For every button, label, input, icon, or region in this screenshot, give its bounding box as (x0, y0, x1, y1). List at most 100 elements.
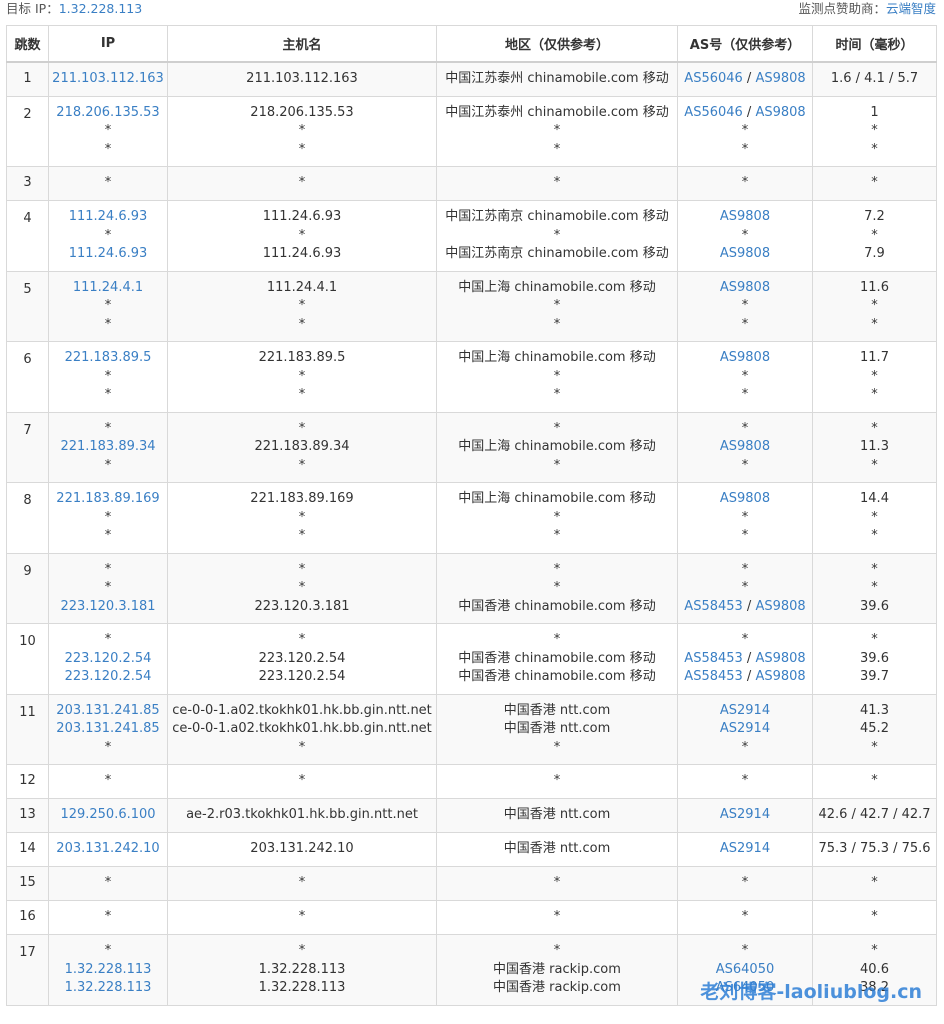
table-body: 1 211.103.112.163 211.103.112.163 中国江苏泰州 ch… (6, 61, 937, 1006)
hostname-cell: 211.103.112.163 (167, 61, 437, 97)
as-link[interactable]: AS9808 (720, 350, 770, 365)
as-line: AS9808 (680, 438, 810, 457)
ip-line: * (104, 387, 112, 402)
as-line: AS9808 (680, 208, 810, 227)
ip-link[interactable]: 203.131.241.85 (56, 703, 159, 718)
ip-line: 111.24.4.1 (51, 279, 165, 298)
as-placeholder: * (741, 580, 749, 595)
ip-cell: 221.183.89.169 * * (48, 482, 168, 554)
ip-link[interactable]: 203.131.241.85 (56, 721, 159, 736)
as-link[interactable]: AS58453 (684, 651, 743, 666)
as-placeholder: * (741, 632, 749, 647)
hostname-line: * (298, 943, 306, 958)
time-line: * (871, 227, 878, 243)
ip-line: 221.183.89.34 (51, 438, 165, 457)
hostname-line: 221.183.89.169 (250, 491, 354, 506)
as-link[interactable]: AS58453 (684, 599, 743, 614)
hop-number: 10 (6, 623, 49, 695)
ip-link[interactable]: 111.24.4.1 (73, 280, 143, 295)
hostname-line: * (298, 909, 306, 925)
as-link[interactable]: AS9808 (755, 71, 805, 86)
region-line: * (553, 580, 561, 595)
region-line: * (553, 316, 561, 332)
as-link[interactable]: AS9808 (755, 599, 805, 614)
region-line: 中国香港 rackip.com (493, 980, 621, 995)
as-placeholder: * (741, 420, 749, 436)
ip-link[interactable]: 211.103.112.163 (52, 71, 164, 86)
ip-link[interactable]: 129.250.6.100 (60, 807, 155, 822)
as-cell: AS9808 * * (677, 270, 813, 342)
as-placeholder: * (741, 773, 749, 789)
region-cell: 中国上海 chinamobile.com 移动 * * (436, 482, 678, 554)
hostname-line: * (298, 561, 306, 577)
hostname-line: * (298, 739, 306, 755)
ip-link[interactable]: 203.131.242.10 (56, 841, 159, 856)
as-link[interactable]: AS9808 (755, 651, 805, 666)
ip-link[interactable]: 111.24.6.93 (69, 209, 148, 224)
region-line: 中国香港 chinamobile.com 移动 (458, 598, 656, 614)
as-link[interactable]: AS2914 (720, 703, 770, 718)
as-link[interactable]: AS56046 (684, 71, 743, 86)
ip-link[interactable]: 223.120.2.54 (65, 651, 152, 666)
as-cell: AS2914 (677, 832, 813, 867)
as-link[interactable]: AS9808 (755, 669, 805, 684)
as-link[interactable]: AS9808 (720, 491, 770, 506)
hostname-line: * (298, 420, 306, 436)
ip-link[interactable]: 111.24.6.93 (69, 246, 148, 261)
as-line: * (680, 457, 810, 476)
as-cell: AS9808 * * (677, 482, 813, 554)
as-link[interactable]: AS9808 (755, 105, 805, 120)
ip-link[interactable]: 1.32.228.113 (65, 962, 152, 977)
ip-link[interactable]: 223.120.2.54 (65, 669, 152, 684)
as-link[interactable]: AS9808 (720, 209, 770, 224)
ip-link[interactable]: 221.183.89.5 (65, 350, 152, 365)
ip-line: 203.131.242.10 (51, 840, 165, 859)
hostname-line: ce-0-0-1.a02.tkokhk01.hk.bb.gin.ntt.net (172, 721, 432, 736)
as-link[interactable]: AS56046 (684, 105, 743, 120)
table-row: 15 * * * * * (6, 866, 937, 901)
as-line: * (680, 739, 810, 758)
region-cell: 中国香港 ntt.com (436, 832, 678, 867)
as-cell: AS9808 * * (677, 341, 813, 413)
hop-number: 7 (6, 411, 49, 483)
as-link[interactable]: AS2914 (720, 841, 770, 856)
region-line: * (553, 773, 561, 789)
ip-cell: * 223.120.2.54 223.120.2.54 (48, 623, 168, 695)
region-line: 中国上海 chinamobile.com 移动 (458, 279, 656, 295)
as-link[interactable]: AS9808 (720, 439, 770, 454)
table-row: 6 221.183.89.5 * * 221.183.89.5 * * 中国上海 chinam… (6, 341, 937, 413)
as-link[interactable]: AS2914 (720, 807, 770, 822)
region-line: 中国上海 chinamobile.com 移动 (458, 491, 656, 506)
as-link[interactable]: AS64050 (716, 962, 775, 977)
target-ip-link[interactable]: 1.32.228.113 (59, 1, 143, 16)
as-link[interactable]: AS58453 (684, 669, 743, 684)
ip-link[interactable]: 1.32.228.113 (65, 980, 152, 995)
hostname-line: 223.120.2.54 (258, 650, 346, 666)
as-line: * (680, 141, 810, 160)
as-placeholder: * (741, 509, 749, 525)
ip-link[interactable]: 218.206.135.53 (56, 105, 159, 120)
as-link[interactable]: AS2914 (720, 721, 770, 736)
region-line: * (553, 368, 561, 384)
sponsor-label: 监测点赞助商： (798, 1, 886, 16)
table-row: 4 111.24.6.93 * 111.24.6.93 111.24.6.93 * 111.… (6, 200, 937, 272)
as-link[interactable]: AS9808 (720, 246, 770, 261)
region-line: * (553, 387, 561, 402)
ip-line: * (104, 773, 112, 789)
table-row: 2 218.206.135.53 * * 218.206.135.53 * * 中国江苏泰州 … (6, 95, 937, 167)
ip-line: * (104, 175, 112, 191)
region-cell: * 中国上海 chinamobile.com 移动 * (436, 411, 678, 483)
time-cell: * (812, 764, 937, 799)
ip-link[interactable]: 223.120.3.181 (60, 599, 155, 614)
sponsor-link[interactable]: 云端智度 (886, 1, 936, 16)
region-cell: 中国江苏南京 chinamobile.com 移动 * 中国江苏南京 chinamo… (436, 200, 678, 272)
time-cell: 14.4 * * (812, 482, 937, 554)
as-link[interactable]: AS9808 (720, 280, 770, 295)
ip-link[interactable]: 221.183.89.169 (56, 491, 159, 506)
time-line: * (871, 509, 878, 525)
time-line: * (871, 943, 878, 958)
hostname-line: * (298, 632, 306, 647)
region-line: * (553, 175, 561, 191)
ip-link[interactable]: 221.183.89.34 (60, 439, 155, 454)
time-cell: * 11.3 * (812, 411, 937, 483)
